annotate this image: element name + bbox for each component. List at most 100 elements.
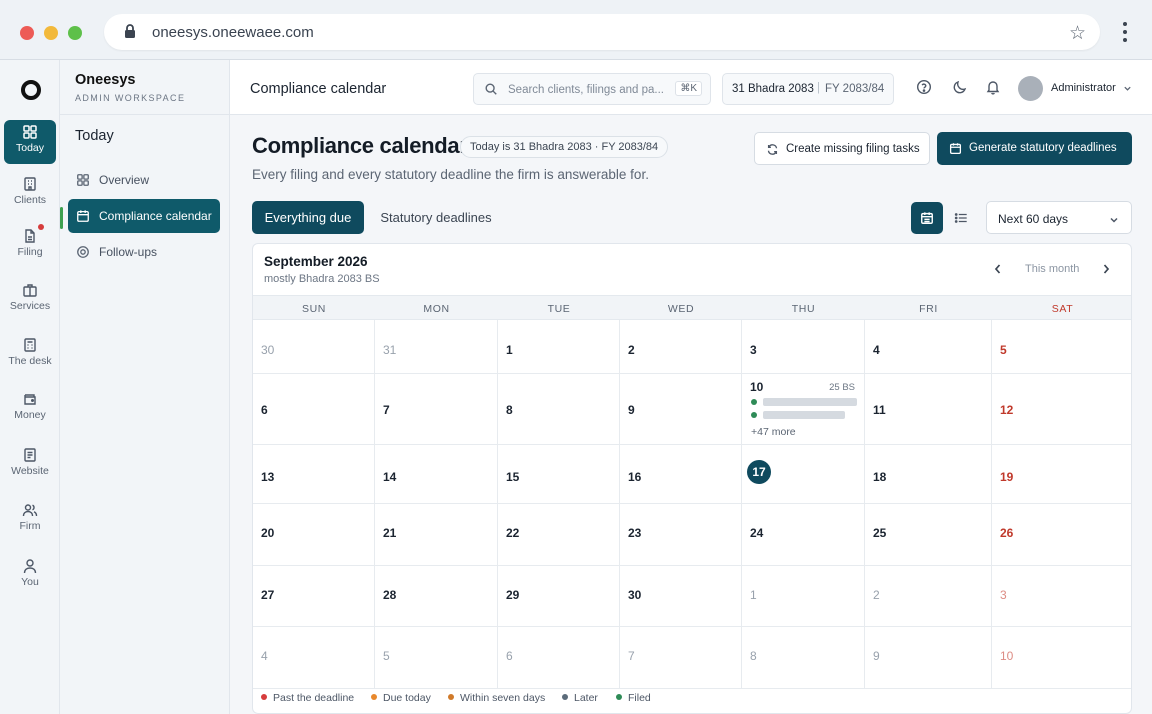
calendar-day-cell[interactable]: 9 [865, 627, 992, 689]
calendar-day-cell[interactable]: 2 [620, 320, 742, 374]
calendar-day-cell[interactable]: 30 [253, 320, 375, 374]
app-logo[interactable] [21, 80, 41, 100]
calendar-day-cell[interactable]: 6 [253, 374, 375, 445]
rail-item-firm[interactable]: Firm [4, 498, 56, 542]
calendar-day-cell[interactable]: 1 [498, 320, 620, 374]
search-input[interactable] [508, 81, 668, 99]
calendar-day-cell[interactable]: 8 [498, 374, 620, 445]
rail-item-services[interactable]: Services [4, 278, 56, 322]
tab-statutory-deadlines[interactable]: Statutory deadlines [372, 201, 500, 234]
this-month-button[interactable]: This month [1025, 263, 1079, 275]
calendar-day-cell[interactable]: 11 [865, 374, 992, 445]
search-box[interactable]: ⌘K [473, 73, 711, 105]
date-number: 10 [750, 380, 764, 394]
kebab-menu-icon[interactable] [1118, 22, 1132, 44]
date-number: 9 [628, 403, 635, 417]
today-pill: Today is 31 Bhadra 2083 · FY 2083/84 [460, 136, 669, 158]
bookmark-star-icon[interactable]: ☆ [1069, 22, 1086, 45]
event-entry[interactable] [751, 397, 859, 407]
date-number: 6 [261, 403, 268, 417]
maximize-window-button[interactable] [68, 26, 82, 40]
chevron-left-icon[interactable] [993, 263, 1003, 275]
calendar-day-cell[interactable]: 24 [742, 504, 865, 566]
date-fy-indicator[interactable]: 31 Bhadra 2083 | FY 2083/84 [722, 73, 894, 105]
calendar-day-cell[interactable]: 20 [253, 504, 375, 566]
calendar-day-cell[interactable]: 9 [620, 374, 742, 445]
calendar-day-cell[interactable]: 1 [742, 566, 865, 627]
calendar-day-cell[interactable]: 4 [865, 320, 992, 374]
rail-item-website[interactable]: Website [4, 443, 56, 487]
calendar-day-cell[interactable]: 14 [375, 445, 498, 504]
calendar-day-cell[interactable]: 27 [253, 566, 375, 627]
event-entry[interactable] [751, 410, 847, 420]
calendar-day-cell[interactable]: 7 [375, 374, 498, 445]
sidebar-item-compliance-calendar[interactable]: Compliance calendar [68, 199, 220, 233]
calendar-day-cell[interactable]: 12 [992, 374, 1131, 445]
rail-item-you[interactable]: You [4, 554, 56, 598]
legend-item: Later [562, 692, 598, 704]
more-events-link[interactable]: +47 more [751, 426, 796, 438]
rail-item-filing[interactable]: Filing [4, 224, 56, 268]
chevron-right-icon[interactable] [1101, 263, 1111, 275]
calendar-day-cell[interactable]: 5 [375, 627, 498, 689]
calendar-day-cell[interactable]: 30 [620, 566, 742, 627]
calendar-day-cell[interactable]: 10 25 BS +47 more [742, 374, 865, 445]
calendar-day-cell[interactable]: 29 [498, 566, 620, 627]
rail-item-money[interactable]: Money [4, 387, 56, 431]
rail-item-clients[interactable]: Clients [4, 172, 56, 216]
sidebar-item-label: Follow-ups [99, 245, 158, 259]
avatar[interactable] [1018, 76, 1043, 101]
calendar-day-cell[interactable]: 26 [992, 504, 1131, 566]
address-bar[interactable]: oneesys.oneewaee.com ☆ [104, 14, 1100, 50]
calendar-day-cell[interactable]: 3 [992, 566, 1131, 627]
sidebar-item-label: Overview [99, 173, 150, 187]
calendar-day-cell[interactable]: 17 [742, 445, 865, 504]
sidebar-item-overview[interactable]: Overview [68, 163, 220, 197]
range-select[interactable]: Next 60 days [986, 201, 1132, 234]
calendar-view-button[interactable] [911, 202, 943, 234]
close-window-button[interactable] [20, 26, 34, 40]
divider [60, 114, 230, 115]
rail-item-today[interactable]: Today [4, 120, 56, 164]
calendar-day-cell[interactable]: 25 [865, 504, 992, 566]
date-number: 21 [383, 526, 397, 540]
calendar-day-cell[interactable]: 3 [742, 320, 865, 374]
calendar-day-cell[interactable]: 21 [375, 504, 498, 566]
building-icon [24, 177, 36, 191]
generate-deadlines-button[interactable]: Generate statutory deadlines [937, 132, 1132, 165]
target-icon [77, 246, 89, 258]
bell-icon[interactable] [985, 79, 1001, 95]
calendar-day-cell[interactable]: 8 [742, 627, 865, 689]
calendar-day-cell[interactable]: 6 [498, 627, 620, 689]
calendar-day-cell[interactable]: 4 [253, 627, 375, 689]
chevron-down-icon[interactable] [1123, 84, 1132, 93]
calendar-day-cell[interactable]: 28 [375, 566, 498, 627]
sidebar-item-follow-ups[interactable]: Follow-ups [68, 235, 220, 269]
user-name[interactable]: Administrator [1051, 82, 1116, 94]
rail-item-the-desk[interactable]: The desk [4, 333, 56, 377]
calendar-day-cell[interactable]: 19 [992, 445, 1131, 504]
grid-icon [77, 174, 89, 186]
calendar-day-cell[interactable]: 15 [498, 445, 620, 504]
calendar-day-cell[interactable]: 5 [992, 320, 1131, 374]
rail-label: Website [11, 465, 49, 477]
calendar-day-cell[interactable]: 16 [620, 445, 742, 504]
minimize-window-button[interactable] [44, 26, 58, 40]
help-icon[interactable] [916, 79, 932, 95]
calendar-day-cell[interactable]: 23 [620, 504, 742, 566]
calendar-day-cell[interactable]: 18 [865, 445, 992, 504]
calendar-day-cell[interactable]: 10 [992, 627, 1131, 689]
calendar-day-cell[interactable]: 7 [620, 627, 742, 689]
list-view-button[interactable] [945, 202, 977, 234]
calendar-day-cell[interactable]: 13 [253, 445, 375, 504]
notification-badge [38, 224, 44, 230]
legend-label: Due today [383, 692, 431, 704]
calendar-day-cell[interactable]: 2 [865, 566, 992, 627]
create-missing-tasks-button[interactable]: Create missing filing tasks [754, 132, 930, 165]
calendar-day-cell[interactable]: 22 [498, 504, 620, 566]
calendar-day-cell[interactable]: 31 [375, 320, 498, 374]
grid-icon [23, 125, 37, 139]
dark-mode-icon[interactable] [952, 79, 968, 95]
tab-everything-due[interactable]: Everything due [252, 201, 364, 234]
current-date: 31 Bhadra 2083 [732, 83, 814, 95]
